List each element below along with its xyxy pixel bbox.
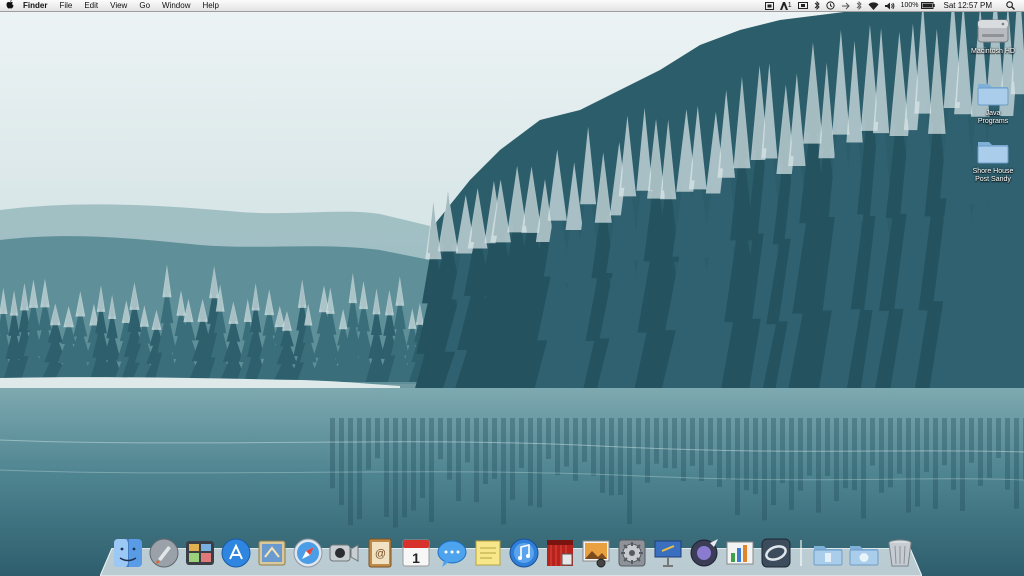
photo-booth-icon	[547, 540, 573, 566]
hard-drive-icon	[977, 19, 1009, 43]
dock-documents-stack[interactable]	[812, 537, 844, 569]
folder-icon	[813, 546, 843, 566]
app-store-icon	[221, 538, 251, 568]
trash-icon	[888, 539, 912, 567]
desktop-icon-label: Java Programs	[977, 110, 1009, 125]
dock-photo-booth[interactable]	[544, 537, 576, 569]
dock-finder[interactable]	[112, 537, 144, 569]
dock-safari[interactable]	[292, 537, 324, 569]
dock-system-preferences[interactable]	[616, 537, 648, 569]
contacts-icon: @	[368, 538, 392, 568]
dock-keynote[interactable]	[652, 537, 684, 569]
orbit-icon	[761, 538, 791, 568]
adobe-count: 1	[787, 2, 792, 9]
dock-itunes[interactable]	[508, 537, 540, 569]
dock-time-machine-app[interactable]	[760, 537, 792, 569]
finder-icon	[114, 539, 142, 567]
desktop-wallpaper	[0, 0, 1024, 576]
menu-bar: Finder File Edit View Go Window Help 1 1…	[0, 0, 1024, 12]
dock-mission-control[interactable]	[184, 537, 216, 569]
battery-icon	[920, 2, 935, 9]
menu-app-finder[interactable]: Finder	[20, 0, 53, 11]
iphoto-icon	[582, 540, 610, 568]
dock-aperture[interactable]	[688, 537, 720, 569]
menu-file[interactable]: File	[53, 0, 78, 11]
display-icon[interactable]	[795, 0, 811, 11]
bluetooth-icon[interactable]	[811, 0, 823, 11]
svg-text:@: @	[375, 548, 386, 560]
desktop-icon-shore-house[interactable]: Shore House Post Sandy	[965, 136, 1021, 184]
bluetooth-alt-icon[interactable]	[853, 0, 865, 11]
dock-iphoto[interactable]	[580, 537, 612, 569]
menu-help[interactable]: Help	[196, 0, 224, 11]
numbers-icon	[726, 541, 754, 565]
mail-icon	[258, 540, 286, 566]
sync-icon[interactable]	[838, 0, 853, 11]
desktop-icon-label: Macintosh HD	[971, 48, 1015, 55]
aperture-icon	[690, 539, 718, 567]
safari-icon	[293, 538, 323, 568]
forest-lake-scene	[0, 0, 1024, 576]
dock-contacts[interactable]: @	[364, 537, 396, 569]
launchpad-icon	[149, 538, 179, 568]
dock-messages[interactable]	[436, 537, 468, 569]
menu-window[interactable]: Window	[156, 0, 196, 11]
menu-go[interactable]: Go	[133, 0, 156, 11]
mission-control-icon	[186, 541, 214, 565]
facetime-icon	[329, 544, 359, 562]
adobe-status[interactable]: 1	[777, 0, 795, 11]
screen-share-icon[interactable]	[762, 0, 777, 11]
adobe-icon	[779, 1, 788, 10]
wifi-icon[interactable]	[865, 0, 882, 11]
dock-calendar[interactable]: 1	[400, 537, 432, 569]
dock-downloads-stack[interactable]	[848, 537, 880, 569]
calendar-day: 1	[412, 550, 420, 566]
desktop-icon-macintosh-hd[interactable]: Macintosh HD	[965, 16, 1021, 56]
dock-mail[interactable]	[256, 537, 288, 569]
menu-view[interactable]: View	[104, 0, 133, 11]
folder-icon	[977, 142, 1009, 164]
dock-app-store[interactable]	[220, 537, 252, 569]
menu-edit[interactable]: Edit	[78, 0, 104, 11]
spotlight-icon[interactable]	[1000, 0, 1020, 11]
gear-icon	[618, 539, 646, 567]
messages-icon	[437, 540, 467, 567]
dock-stickies[interactable]	[472, 537, 504, 569]
keynote-icon	[654, 540, 682, 567]
dock-trash[interactable]	[884, 537, 916, 569]
calendar-icon: 1	[402, 539, 430, 567]
desktop-icon-label: Shore House Post Sandy	[972, 168, 1014, 183]
battery-status[interactable]: 100%	[898, 0, 938, 11]
dock-separator	[800, 540, 802, 566]
desktop-icon-java-programs[interactable]: Java Programs	[965, 78, 1021, 126]
menubar-clock[interactable]: Sat 12:57 PM	[938, 0, 1000, 11]
dock-launchpad[interactable]	[148, 537, 180, 569]
time-machine-icon[interactable]	[823, 0, 838, 11]
stickies-icon	[475, 540, 501, 566]
dock-numbers[interactable]	[724, 537, 756, 569]
volume-icon[interactable]	[882, 0, 898, 11]
apple-icon[interactable]	[0, 0, 20, 12]
folder-icon	[977, 84, 1009, 106]
dock-facetime[interactable]	[328, 537, 360, 569]
itunes-icon	[509, 538, 539, 568]
dock: @ 1	[112, 533, 920, 569]
battery-percent: 100%	[900, 2, 919, 9]
download-folder-icon	[849, 546, 879, 566]
